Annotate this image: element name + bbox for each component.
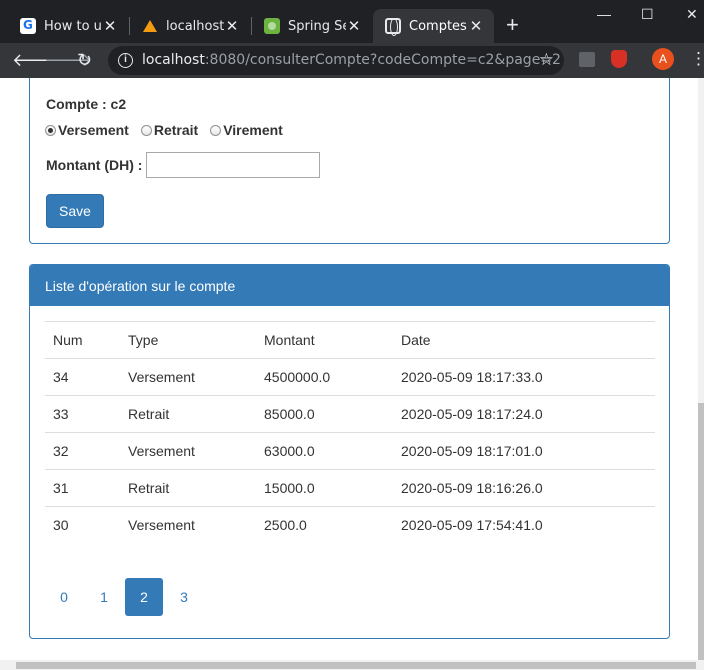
table-row: 33 Retrait 85000.0 2020-05-09 18:17:24.0 <box>45 395 655 433</box>
radio-button[interactable] <box>45 124 56 136</box>
page-link-2-active[interactable]: 2 <box>125 578 163 616</box>
panel-heading: Liste d'opération sur le compte <box>30 265 669 306</box>
montant-row: Montant (DH) : <box>46 152 321 178</box>
cell-type: Versement <box>120 358 256 396</box>
close-window-icon[interactable]: ✕ <box>686 6 698 23</box>
cell-num: 33 <box>45 395 120 433</box>
close-tab-icon[interactable]: ✕ <box>468 17 484 35</box>
tab-title: localhost / <box>166 18 224 34</box>
cell-num: 31 <box>45 469 120 507</box>
operations-panel: Liste d'opération sur le compte Num Type… <box>29 264 670 639</box>
tab-title: Comptes <box>409 18 467 34</box>
table-row: 31 Retrait 15000.0 2020-05-09 18:16:26.0 <box>45 469 655 507</box>
cell-type: Versement <box>120 432 256 470</box>
compte-label: Compte : c2 <box>46 96 127 112</box>
info-icon[interactable]: i <box>118 53 133 68</box>
table-row: 30 Versement 2500.0 2020-05-09 17:54:41.… <box>45 506 655 544</box>
url-text[interactable]: localhost:8080/consulterCompte?codeCompt… <box>142 52 561 68</box>
radio-label: Versement <box>58 122 129 138</box>
url-path: :8080/consulterCompte?codeCompte=c2&page… <box>204 52 561 68</box>
column-header-type: Type <box>120 321 256 359</box>
radio-label: Virement <box>223 122 283 138</box>
phpmyadmin-icon <box>142 18 158 34</box>
pagination: 0 1 2 3 <box>45 578 205 616</box>
address-bar[interactable]: i localhost:8080/consulterCompte?codeCom… <box>108 46 564 75</box>
bookmark-star-icon[interactable]: ☆ <box>539 50 554 70</box>
horizontal-scrollbar-thumb[interactable] <box>16 662 696 669</box>
horizontal-scrollbar[interactable] <box>0 660 704 670</box>
minimize-icon[interactable]: — <box>597 6 611 22</box>
cell-type: Versement <box>120 506 256 544</box>
cell-date: 2020-05-09 18:17:33.0 <box>393 358 655 396</box>
url-host: localhost <box>142 52 205 68</box>
radio-versement[interactable]: Versement <box>45 122 129 138</box>
page-viewport: Compte : c2 Versement Retrait Virement M… <box>0 78 704 660</box>
reload-icon[interactable]: ↻ <box>77 50 92 70</box>
table-row: 32 Versement 63000.0 2020-05-09 18:17:01… <box>45 432 655 470</box>
radio-label: Retrait <box>153 122 199 138</box>
cell-montant: 63000.0 <box>256 432 393 470</box>
montant-input[interactable] <box>146 152 321 178</box>
cell-num: 32 <box>45 432 120 470</box>
cell-montant: 85000.0 <box>256 395 393 433</box>
cell-type: Retrait <box>120 469 256 507</box>
tab-title: Spring Sec <box>288 18 346 34</box>
cell-num: 34 <box>45 358 120 396</box>
cell-date: 2020-05-09 17:54:41.0 <box>393 506 655 544</box>
operations-table: Num Type Montant Date 34 Versement 45000… <box>45 321 655 544</box>
table-row: 34 Versement 4500000.0 2020-05-09 18:17:… <box>45 358 655 396</box>
operation-type-radios: Versement Retrait Virement <box>45 122 295 138</box>
new-tab-icon[interactable]: + <box>506 14 519 36</box>
spring-icon <box>264 18 280 34</box>
tab-title: How to use <box>44 18 102 34</box>
close-tab-icon[interactable]: ✕ <box>224 17 240 35</box>
radio-button[interactable] <box>210 124 222 136</box>
column-header-num: Num <box>45 321 120 359</box>
google-icon <box>20 18 36 34</box>
extension-icon[interactable] <box>579 52 595 67</box>
cell-date: 2020-05-09 18:17:01.0 <box>393 432 655 470</box>
cell-date: 2020-05-09 18:17:24.0 <box>393 395 655 433</box>
operation-form-panel: Compte : c2 Versement Retrait Virement M… <box>29 78 670 244</box>
cell-montant: 15000.0 <box>256 469 393 507</box>
save-button[interactable]: Save <box>46 194 104 228</box>
cell-montant: 4500000.0 <box>256 358 393 396</box>
radio-retrait[interactable]: Retrait <box>140 122 199 138</box>
avatar[interactable]: A <box>652 48 674 70</box>
close-tab-icon[interactable]: ✕ <box>346 17 362 35</box>
close-tab-icon[interactable]: ✕ <box>102 17 118 35</box>
browser-tab-2[interactable]: Spring Sec ✕ <box>252 9 372 43</box>
cell-montant: 2500.0 <box>256 506 393 544</box>
radio-button[interactable] <box>140 124 152 136</box>
montant-label: Montant (DH) : <box>46 157 143 173</box>
page-link-3[interactable]: 3 <box>165 578 203 616</box>
browser-tab-3[interactable]: Comptes ✕ <box>373 9 494 43</box>
globe-icon <box>385 18 401 36</box>
table-header-row: Num Type Montant Date <box>45 321 655 359</box>
column-header-montant: Montant <box>256 321 393 359</box>
vertical-scrollbar-thumb[interactable] <box>698 403 704 660</box>
browser-tab-1[interactable]: localhost / ✕ <box>130 9 250 43</box>
column-header-date: Date <box>393 321 655 359</box>
radio-virement[interactable]: Virement <box>210 122 283 138</box>
cell-num: 30 <box>45 506 120 544</box>
browser-toolbar: 🡐 🡒 ↻ i localhost:8080/consulterCompte?c… <box>0 43 704 78</box>
browser-tab-strip: How to use ✕ localhost / ✕ Spring Sec ✕ … <box>0 0 704 43</box>
cell-type: Retrait <box>120 395 256 433</box>
maximize-icon[interactable]: ☐ <box>641 6 654 23</box>
adblock-extension-icon[interactable] <box>611 50 627 68</box>
kebab-menu-icon[interactable]: ⋮ <box>690 50 704 67</box>
page-link-0[interactable]: 0 <box>45 578 83 616</box>
vertical-scrollbar[interactable] <box>698 78 704 660</box>
browser-tab-0[interactable]: How to use ✕ <box>8 9 128 43</box>
page-link-1[interactable]: 1 <box>85 578 123 616</box>
cell-date: 2020-05-09 18:16:26.0 <box>393 469 655 507</box>
